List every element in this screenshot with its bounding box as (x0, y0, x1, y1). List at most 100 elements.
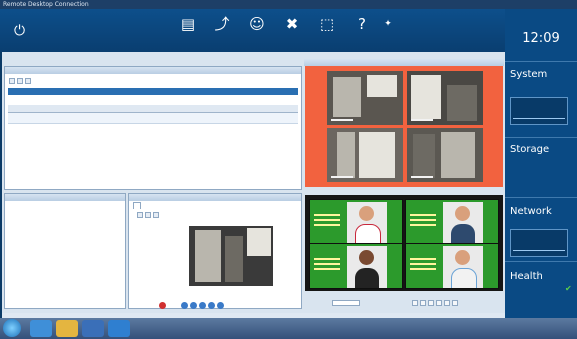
person-photo (347, 202, 387, 244)
users-icon: ☺ (249, 15, 265, 33)
camera-pane-header (129, 194, 301, 201)
playback-button[interactable] (181, 302, 188, 309)
filter-icon[interactable] (25, 78, 31, 84)
playback-button[interactable] (199, 302, 206, 309)
toolbar-button-3[interactable]: ☺ (239, 13, 275, 51)
tab-cameras[interactable] (133, 202, 141, 209)
playback-button[interactable] (217, 302, 224, 309)
pane-header (5, 194, 125, 201)
divider (505, 61, 577, 62)
person-photo (347, 246, 387, 288)
page-button[interactable] (452, 300, 458, 306)
toolbar-button-5[interactable]: ⬚ (309, 13, 345, 51)
photo-head (359, 250, 374, 265)
document-icon: ▤ (180, 15, 196, 33)
frame-icon: ⬚ (319, 15, 335, 33)
camera-tool-icon[interactable] (153, 212, 159, 218)
power-icon[interactable]: ⏻ (11, 23, 28, 40)
network-graph (510, 229, 568, 257)
status-side-panel: 12:09 System Storage Network Health ✔ (505, 9, 577, 318)
camera-tool-icon[interactable] (137, 212, 143, 218)
toolbar-button-6[interactable]: ? (344, 13, 380, 51)
photo-head (359, 206, 374, 221)
photo-head (455, 206, 470, 221)
camera-wall-header (304, 59, 504, 66)
side-clock: 12:09 (522, 31, 560, 46)
remote-desktop-title-bar: Remote Desktop Connection (0, 0, 577, 9)
toolbar-pin-button[interactable]: ✦ (378, 13, 398, 51)
photo-body (355, 268, 379, 288)
camera-pane (128, 193, 302, 309)
wall (195, 230, 221, 282)
card-text (410, 268, 436, 270)
person-photo (443, 202, 483, 244)
person-card[interactable] (405, 199, 499, 245)
corridor (413, 134, 435, 178)
camera-tool-icon[interactable] (145, 212, 151, 218)
arrow-icon: ⤴ (214, 15, 230, 33)
window-title: Remote Desktop Connection (3, 1, 89, 8)
window (411, 75, 441, 119)
corridor (225, 236, 243, 282)
person-card[interactable] (309, 199, 403, 245)
ie-icon[interactable] (30, 320, 52, 337)
window (359, 132, 395, 178)
window (247, 228, 271, 256)
person-card[interactable] (405, 243, 499, 289)
camera-tile[interactable] (407, 71, 483, 125)
alarm-band (8, 88, 298, 95)
tools-icon: ✖ (285, 15, 299, 33)
start-orb-icon[interactable] (3, 319, 21, 337)
divider (505, 197, 577, 198)
page-button[interactable] (428, 300, 434, 306)
table-row[interactable] (8, 113, 298, 124)
card-text (410, 224, 436, 226)
card-text (314, 263, 340, 265)
card-text (410, 219, 436, 221)
folder-icon[interactable] (56, 320, 78, 337)
camera-tile[interactable] (327, 71, 403, 125)
playback-button[interactable] (190, 302, 197, 309)
alarm-pane-header (5, 67, 301, 74)
graph-line (513, 250, 565, 251)
outlook-icon[interactable] (82, 320, 104, 337)
system-heading: System (510, 69, 548, 80)
graph-line (513, 118, 565, 119)
camera-caption (411, 119, 433, 121)
card-text (410, 258, 436, 260)
card-text (314, 268, 340, 270)
stop-button[interactable] (159, 302, 166, 309)
person-card[interactable] (309, 243, 403, 289)
photo-head (455, 250, 470, 265)
camera-tile[interactable] (327, 128, 403, 182)
camera-wall (305, 66, 503, 187)
help-icon: ? (358, 15, 366, 33)
window (367, 75, 397, 97)
windows-taskbar (0, 318, 577, 339)
personnel-cards (305, 195, 503, 291)
corridor (447, 85, 477, 121)
ack-icon[interactable] (9, 78, 15, 84)
card-text (410, 263, 436, 265)
wall (333, 77, 361, 117)
health-heading: Health (510, 271, 543, 282)
camera-tile[interactable] (407, 128, 483, 182)
playback-button[interactable] (208, 302, 215, 309)
toolbar-button-4[interactable]: ✖ (274, 13, 310, 51)
alarm-pane (4, 66, 302, 190)
toolbar-button-2[interactable]: ⤴ (204, 13, 240, 51)
system-graph (510, 97, 568, 125)
page-button[interactable] (436, 300, 442, 306)
card-text (314, 258, 340, 260)
menu-bar (4, 56, 294, 63)
page-button[interactable] (412, 300, 418, 306)
photo-body (451, 224, 475, 244)
card-text (410, 214, 436, 216)
clear-icon[interactable] (17, 78, 23, 84)
toolbar-button-1[interactable]: ▤ (170, 13, 206, 51)
page-button[interactable] (444, 300, 450, 306)
camera-view-main[interactable] (189, 226, 273, 286)
page-button[interactable] (420, 300, 426, 306)
layout-select[interactable] (332, 300, 360, 306)
remote-desktop-icon[interactable] (108, 320, 130, 337)
